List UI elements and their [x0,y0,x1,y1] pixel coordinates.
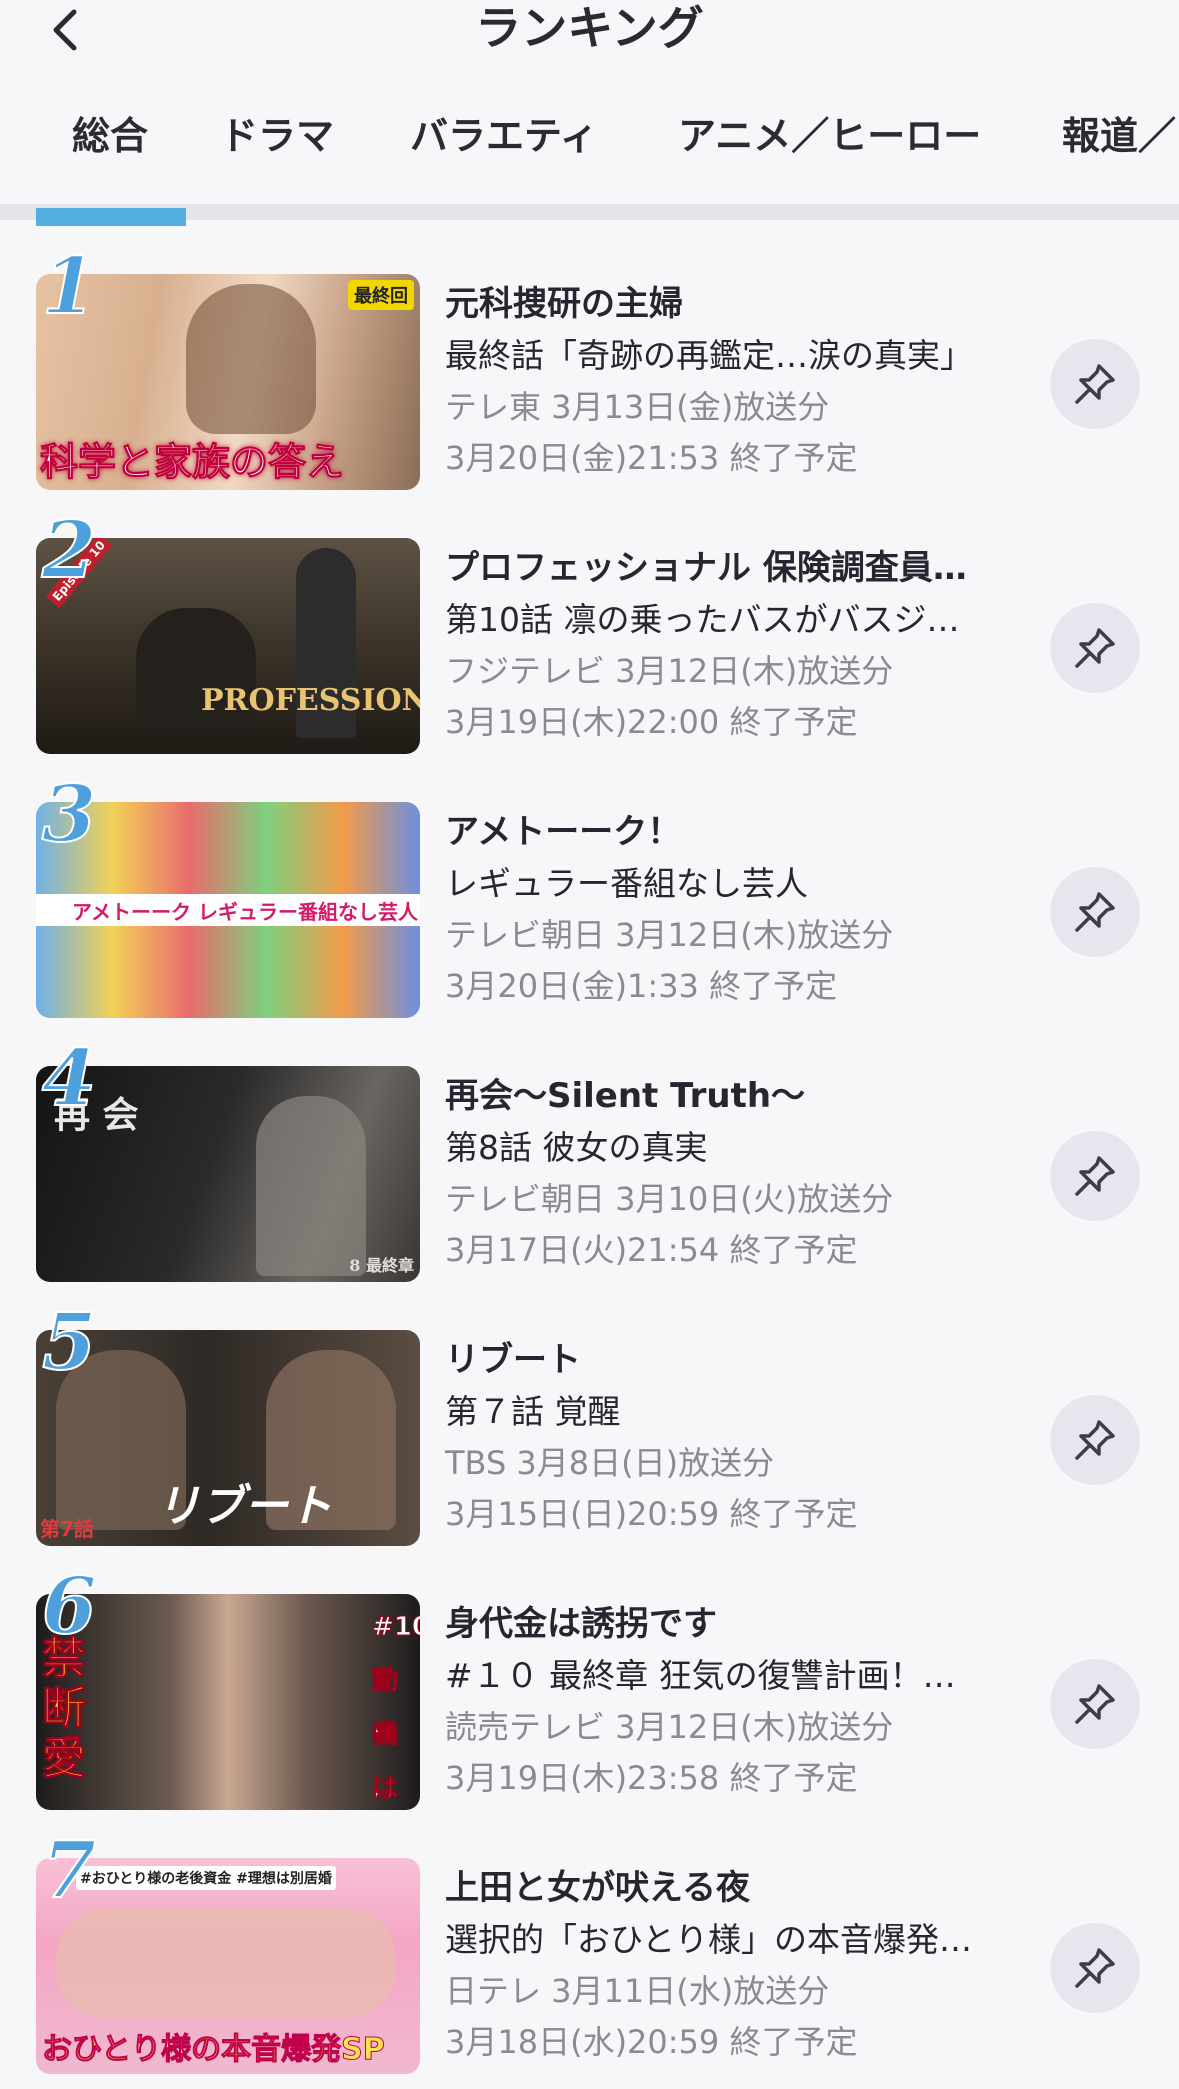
rank-number: 2 [41,505,97,597]
program-title: 身代金は誘拐です [445,1604,717,1644]
rank-number: 3 [41,769,97,861]
pin-button[interactable] [1050,867,1140,957]
episode-title: 最終話「奇跡の再鑑定…涙の真実」 [445,336,973,375]
broadcast-info: TBS 3月8日(日)放送分 [445,1444,775,1482]
pin-button[interactable] [1050,1923,1140,2013]
pin-button[interactable] [1050,1131,1140,1221]
rank-number: 7 [41,1825,97,1917]
list-item[interactable]: 再 会 8 最終章 4 再会～Silent Truth～ 第8話 彼女の真実 テ… [0,1033,1179,1286]
pin-icon [1075,1420,1115,1460]
thumbnail-badge: #おひとり様の老後資金 #理想は別居婚 [76,1866,336,1890]
list-item[interactable]: #おひとり様の老後資金 #理想は別居婚 おひとり様の本音爆発SP 7 上田と女が… [0,1825,1179,2078]
end-date: 3月20日(金)1:33 終了予定 [445,967,838,1005]
program-title: プロフェッショナル 保険調査員… [445,548,967,588]
pin-icon [1075,1684,1115,1724]
broadcast-info: テレビ朝日 3月12日(木)放送分 [445,916,894,954]
category-tabs: 総合 ドラマ バラエティ アニメ／ヒーロー 報道／ [0,112,1179,162]
episode-title: レギュラー番組なし芸人 [445,864,808,903]
thumbnail-badge: 第7話 [40,1517,94,1541]
episode-title: 第10話 凛の乗ったバスがバスジ… [445,600,960,639]
end-date: 3月15日(日)20:59 終了予定 [445,1495,858,1533]
end-date: 3月19日(木)23:58 終了予定 [445,1759,858,1797]
list-item[interactable]: Episode 10 PROFESSIONAL 2 プロフェッショナル 保険調査… [0,505,1179,758]
episode-title: #１０ 最終章 狂気の復讐計画！… [445,1656,956,1695]
episode-title: 第７話 覚醒 [445,1392,621,1431]
pin-icon [1075,1156,1115,1196]
tab-variety[interactable]: バラエティ [410,112,598,160]
header: ランキング [0,0,1179,60]
list-item[interactable]: アメトーーク レギュラー番組なし芸人 3 アメトーーク！ レギュラー番組なし芸人… [0,769,1179,1022]
pin-icon [1075,1948,1115,1988]
pin-icon [1075,892,1115,932]
pin-icon [1075,364,1115,404]
program-title: 元科捜研の主婦 [445,284,683,324]
episode-title: 選択的「おひとり様」の本音爆発… [445,1920,973,1959]
thumbnail-badge: 8 最終章 [349,1256,414,1275]
thumbnail-figure [186,284,316,434]
thumbnail-figure [256,1096,366,1276]
pin-button[interactable] [1050,1395,1140,1485]
list-item[interactable]: 禁断愛 #10 動機は 6 身代金は誘拐です #１０ 最終章 狂気の復讐計画！…… [0,1561,1179,1814]
episode-title: 第8話 彼女の真実 [445,1128,708,1167]
broadcast-info: 日テレ 3月11日(水)放送分 [445,1972,830,2010]
rank-number: 1 [41,241,97,333]
page-title: ランキング [475,1,704,55]
thumbnail-badge: 最終回 [348,280,414,310]
broadcast-info: テレ東 3月13日(金)放送分 [445,388,830,426]
pin-button[interactable] [1050,1659,1140,1749]
rank-number: 5 [41,1297,97,1389]
thumbnail-caption: 科学と家族の答え [39,440,345,485]
thumbnail-caption: おひとり様の本音爆発SP [42,2032,386,2068]
end-date: 3月18日(水)20:59 終了予定 [445,2023,858,2061]
thumbnail-caption: 禁断愛 [42,1633,87,1784]
end-date: 3月17日(火)21:54 終了予定 [445,1231,858,1269]
tab-anime-hero[interactable]: アニメ／ヒーロー [678,112,981,160]
tab-news[interactable]: 報道／ [1062,112,1176,160]
thumbnail-caption: アメトーーク レギュラー番組なし芸人 [72,900,418,924]
pin-button[interactable] [1050,339,1140,429]
broadcast-info: テレビ朝日 3月10日(火)放送分 [445,1180,894,1218]
program-title: 再会～Silent Truth～ [445,1076,806,1116]
pin-icon [1075,628,1115,668]
end-date: 3月20日(金)21:53 終了予定 [445,439,858,477]
thumbnail-caption: リブート [156,1481,332,1532]
broadcast-info: フジテレビ 3月12日(木)放送分 [445,652,894,690]
broadcast-info: 読売テレビ 3月12日(木)放送分 [445,1708,894,1746]
active-tab-indicator [36,208,186,226]
tab-overall[interactable]: 総合 [72,112,148,160]
program-title: 上田と女が吠える夜 [445,1868,750,1908]
thumbnail-badge: #10 動機は [372,1612,421,1805]
pin-button[interactable] [1050,603,1140,693]
program-title: リブート [445,1340,581,1380]
thumbnail-figure [56,1908,396,2018]
program-title: アメトーーク！ [445,812,682,852]
end-date: 3月19日(木)22:00 終了予定 [445,703,858,741]
thumbnail-caption: PROFESSIONAL [201,683,420,718]
rank-number: 6 [41,1561,97,1653]
list-item[interactable]: 最終回 科学と家族の答え 1 元科捜研の主婦 最終話「奇跡の再鑑定…涙の真実」 … [0,241,1179,494]
tab-drama[interactable]: ドラマ [220,112,334,160]
list-item[interactable]: リブート 第7話 5 リブート 第７話 覚醒 TBS 3月8日(日)放送分 3月… [0,1297,1179,1550]
rank-number: 4 [41,1033,97,1125]
